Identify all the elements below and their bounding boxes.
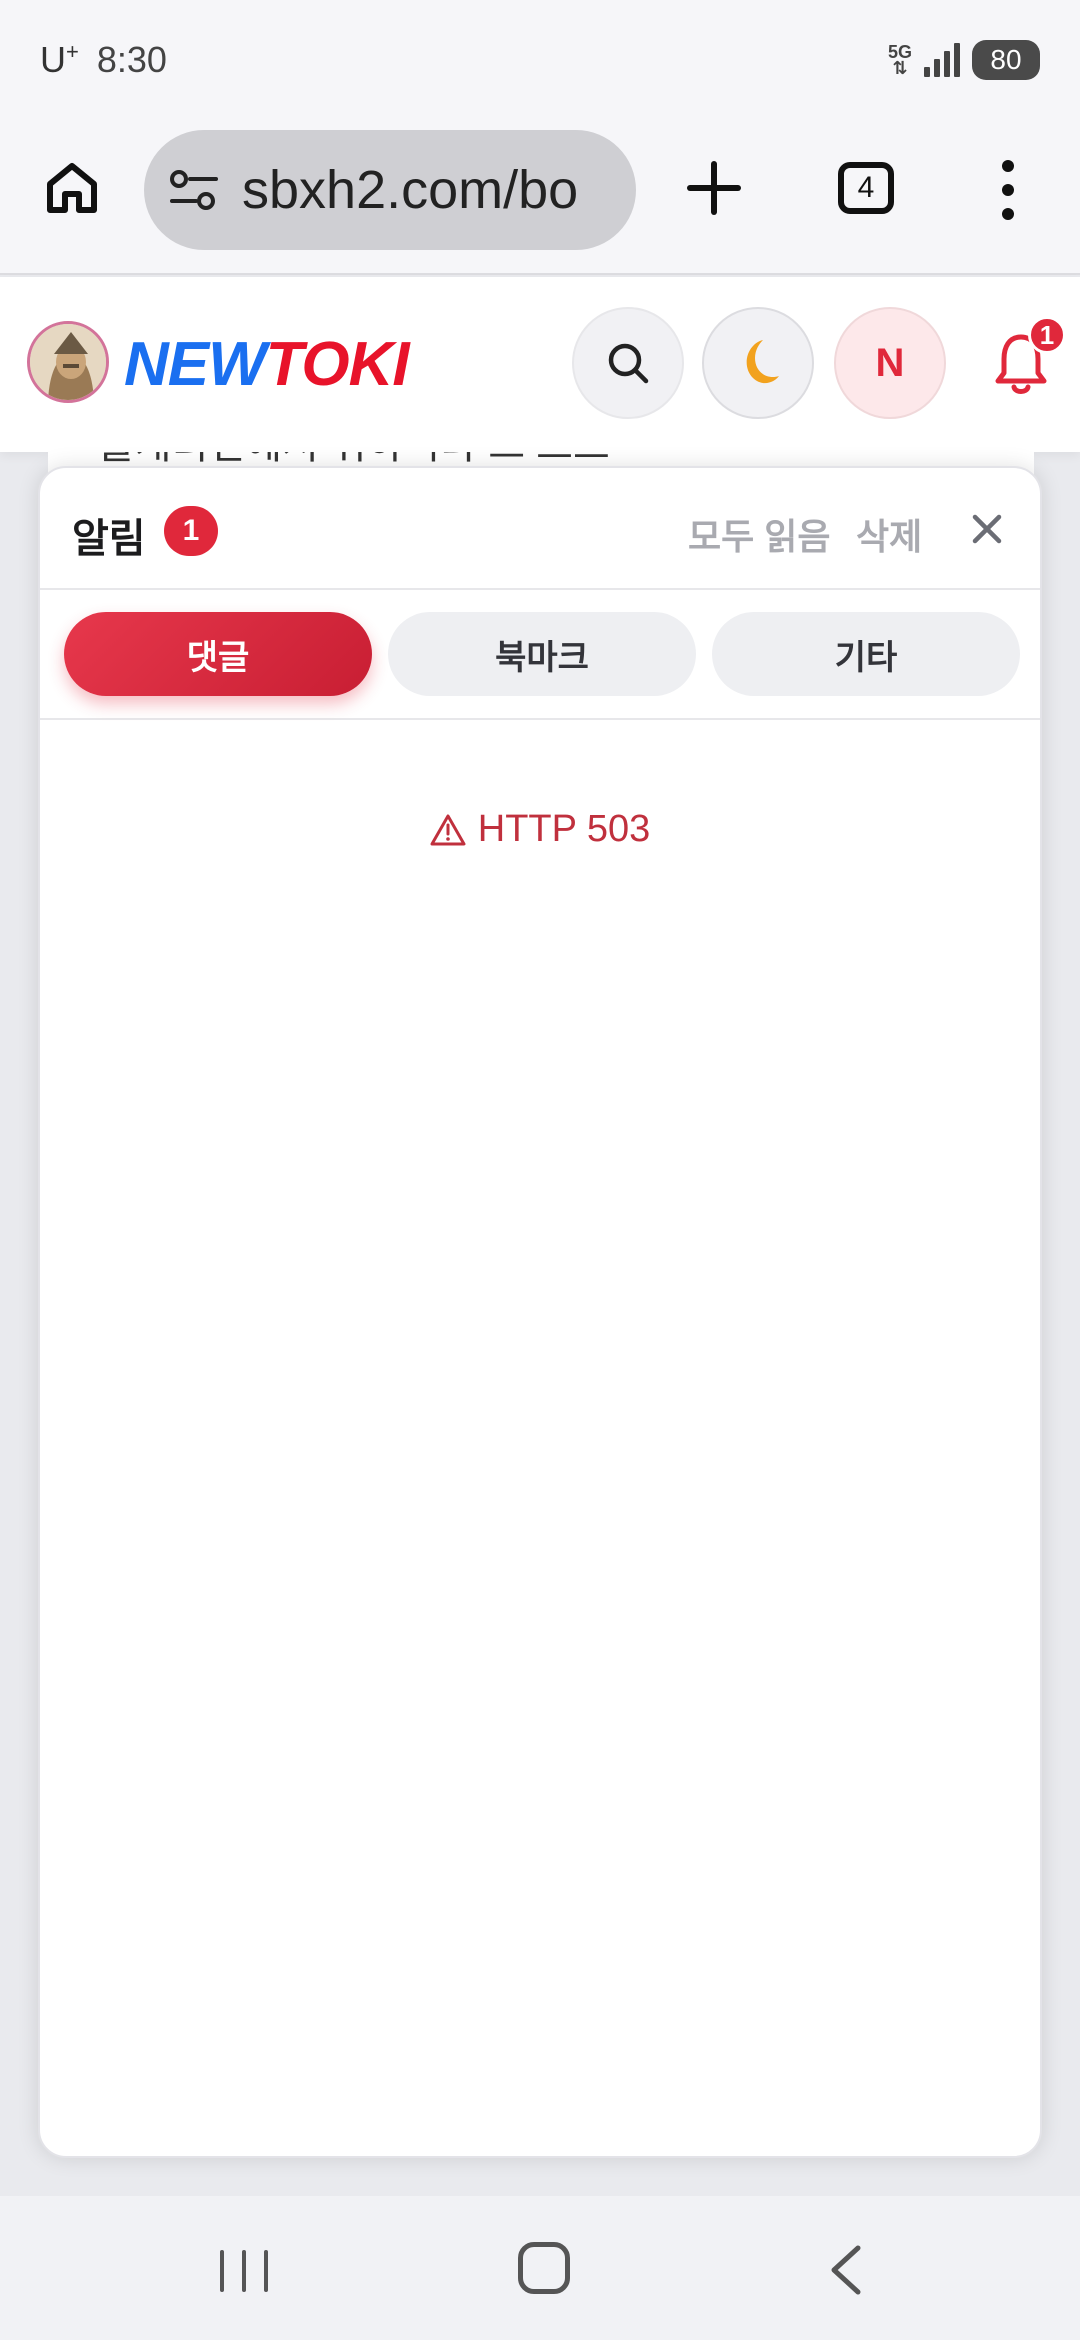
status-time: 8:30 bbox=[96, 39, 167, 80]
profile-initial: N bbox=[875, 340, 905, 385]
tune-icon[interactable] bbox=[168, 168, 220, 212]
network-5g-icon: 5G ⇅ bbox=[888, 43, 912, 78]
profile-button[interactable]: N bbox=[834, 307, 946, 419]
battery-icon: 80 bbox=[972, 40, 1040, 80]
home-icon[interactable] bbox=[42, 158, 102, 218]
close-icon[interactable] bbox=[966, 508, 1008, 550]
avatar-image bbox=[30, 324, 106, 400]
site-header: NEWTOKI N 1 bbox=[0, 277, 1080, 452]
tab-switcher-button[interactable]: 4 bbox=[838, 162, 894, 214]
notification-tabs: 댓글 북마크 기타 bbox=[40, 590, 1040, 720]
logo-toki: TOKI bbox=[265, 330, 410, 399]
status-right: 5G ⇅ 80 bbox=[888, 40, 1040, 80]
data-arrows-icon: ⇅ bbox=[892, 58, 908, 78]
address-bar[interactable]: sbxh2.com/bo bbox=[144, 130, 636, 250]
carrier-plus: + bbox=[66, 39, 79, 64]
site-avatar[interactable] bbox=[27, 321, 109, 403]
tab-count: 4 bbox=[857, 171, 875, 204]
status-bar: U+ 8:30 5G ⇅ 80 bbox=[0, 0, 1080, 120]
notification-panel: 알림 1 모두 읽음 삭제 댓글 북마크 기타 HTTP 503 bbox=[38, 466, 1042, 2158]
notification-count-badge: 1 bbox=[164, 506, 218, 556]
error-text: HTTP 503 bbox=[477, 808, 651, 850]
site-logo[interactable]: NEWTOKI bbox=[124, 329, 410, 400]
tab-comments[interactable]: 댓글 bbox=[64, 612, 372, 696]
screen: U+ 8:30 5G ⇅ 80 sbxh2.com/bo 4 NEWTOKI N… bbox=[0, 0, 1080, 2340]
url-text: sbxh2.com/bo bbox=[242, 160, 579, 220]
carrier-name: U bbox=[40, 39, 66, 80]
nav-home-icon[interactable] bbox=[518, 2242, 570, 2294]
status-left: U+ 8:30 bbox=[40, 39, 167, 81]
signal-icon bbox=[924, 43, 960, 77]
plus-icon[interactable] bbox=[684, 158, 744, 218]
background-text: 블캐리언에서 위하니다 드 르르 bbox=[98, 452, 610, 467]
error-message: HTTP 503 bbox=[40, 808, 1040, 851]
tab-bookmarks[interactable]: 북마크 bbox=[388, 612, 696, 696]
search-icon bbox=[608, 343, 649, 384]
panel-header: 알림 1 모두 읽음 삭제 bbox=[40, 468, 1040, 590]
back-icon[interactable] bbox=[826, 2244, 866, 2296]
panel-title: 알림 bbox=[72, 517, 146, 561]
warning-icon bbox=[430, 814, 466, 845]
carrier: U+ bbox=[40, 39, 79, 81]
bell-badge: 1 bbox=[1028, 316, 1066, 354]
more-vertical-icon[interactable] bbox=[994, 160, 1022, 220]
moon-icon bbox=[746, 340, 779, 384]
logo-new: NEW bbox=[124, 330, 267, 399]
navigation-bar bbox=[0, 2196, 1080, 2340]
delete-all-button[interactable]: 삭제 bbox=[856, 508, 922, 560]
mark-all-read-button[interactable]: 모두 읽음 bbox=[688, 508, 830, 560]
browser-toolbar: sbxh2.com/bo 4 bbox=[0, 120, 1080, 275]
tab-other[interactable]: 기타 bbox=[712, 612, 1020, 696]
recent-apps-icon[interactable] bbox=[214, 2248, 274, 2294]
search-button[interactable] bbox=[572, 307, 684, 419]
theme-toggle-button[interactable] bbox=[702, 307, 814, 419]
